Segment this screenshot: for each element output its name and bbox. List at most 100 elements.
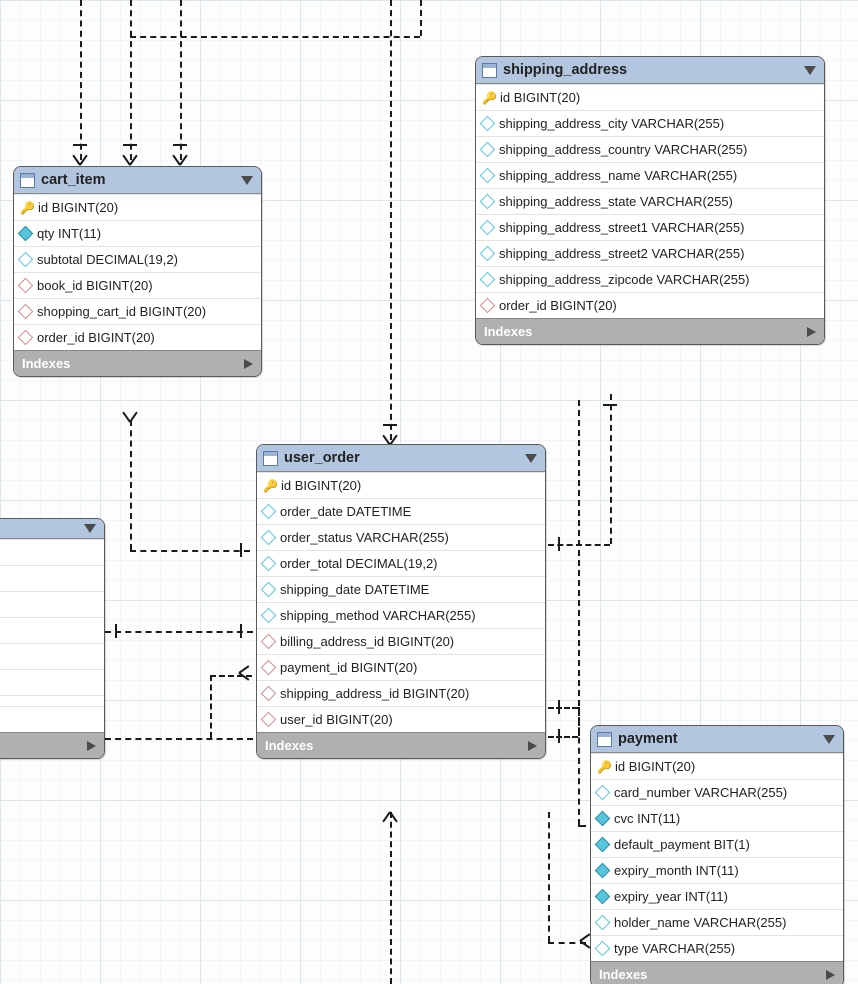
diamond-open-icon (480, 142, 496, 158)
column-text: id BIGINT(20) (615, 759, 695, 774)
column-row[interactable] (0, 695, 104, 706)
foreign-key-icon (18, 330, 34, 346)
column-row[interactable]: cvc INT(11) (591, 805, 843, 831)
entity-header[interactable]: cart_item (14, 167, 261, 194)
column-text: qty INT(11) (37, 226, 101, 241)
chevron-down-icon[interactable] (84, 524, 96, 533)
chevron-down-icon[interactable] (241, 176, 253, 185)
column-text: expiry_month INT(11) (614, 863, 739, 878)
diamond-fill-icon (595, 811, 611, 827)
column-row[interactable]: RCHAR(255) (0, 591, 104, 617)
column-row[interactable]: billing_address_id BIGINT(20) (257, 628, 545, 654)
column-row[interactable]: subtotal DECIMAL(19,2) (14, 246, 261, 272)
column-row[interactable]: user_id BIGINT(20) (257, 706, 545, 732)
diamond-open-icon (261, 556, 277, 572)
column-text: id BIGINT(20) (38, 200, 118, 215)
column-text: default_payment BIT(1) (614, 837, 750, 852)
entity-header[interactable]: user_order (257, 445, 545, 472)
column-row[interactable]: expiry_month INT(11) (591, 857, 843, 883)
column-row[interactable]: payment_id BIGINT(20) (257, 654, 545, 680)
relationship-line (548, 812, 550, 942)
entity-cart-item[interactable]: cart_item🔑id BIGINT(20) qty INT(11) subtot… (13, 166, 262, 377)
chevron-right-icon[interactable] (807, 327, 816, 337)
entity-user-order[interactable]: user_order 🔑id BIGINT(20) order_date DATET… (256, 444, 546, 759)
column-row[interactable]: shipping_address_street1 VARCHAR(255) (476, 214, 824, 240)
chevron-right-icon[interactable] (87, 741, 96, 751)
diamond-open-icon (480, 168, 496, 184)
column-text: id BIGINT(20) (500, 90, 580, 105)
indexes-section[interactable]: Indexes (0, 732, 104, 758)
relationship-line (180, 0, 182, 160)
column-row[interactable]: RCHAR(255) (0, 617, 104, 643)
chevron-down-icon[interactable] (525, 454, 537, 463)
chevron-down-icon[interactable] (804, 66, 816, 75)
entity-billing-address-partial[interactable]: HAR(255)ARCHAR(255)RCHAR(255)RCHAR(255)R… (0, 518, 105, 759)
chevron-right-icon[interactable] (826, 970, 835, 980)
column-row[interactable]: 🔑id BIGINT(20) (14, 194, 261, 220)
column-row[interactable]: order_total DECIMAL(19,2) (257, 550, 545, 576)
column-row[interactable]: card_number VARCHAR(255) (591, 779, 843, 805)
column-row[interactable]: shipping_address_street2 VARCHAR(255) (476, 240, 824, 266)
column-row[interactable]: shipping_date DATETIME (257, 576, 545, 602)
column-row[interactable]: HAR(255) (0, 539, 104, 565)
diamond-open-icon (480, 272, 496, 288)
chevron-right-icon[interactable] (528, 741, 537, 751)
entity-title: user_order (284, 450, 519, 466)
chevron-right-icon[interactable] (244, 359, 253, 369)
column-row[interactable]: RCHAR(255) (0, 643, 104, 669)
foreign-key-icon (261, 712, 277, 728)
column-text: order_date DATETIME (280, 504, 411, 519)
column-row[interactable]: order_id BIGINT(20) (476, 292, 824, 318)
relationship-line (130, 36, 420, 38)
column-text: shipping_address_street2 VARCHAR(255) (499, 246, 744, 261)
column-row[interactable]: type VARCHAR(255) (591, 935, 843, 961)
entity-payment[interactable]: payment🔑id BIGINT(20)card_number VARCHAR… (590, 725, 844, 984)
entity-header[interactable]: shipping_address (476, 57, 824, 84)
column-row[interactable]: shopping_cart_id BIGINT(20) (14, 298, 261, 324)
column-row[interactable]: 🔑id BIGINT(20) (476, 84, 824, 110)
column-row[interactable]: holder_name VARCHAR(255) (591, 909, 843, 935)
relationship-line (578, 707, 580, 825)
column-text: shipping_address_id BIGINT(20) (280, 686, 469, 701)
column-row[interactable]: ARCHAR(255) (0, 669, 104, 695)
indexes-section[interactable]: Indexes (591, 961, 843, 984)
column-row[interactable]: order_status VARCHAR(255) (257, 524, 545, 550)
column-row[interactable]: shipping_address_name VARCHAR(255) (476, 162, 824, 188)
column-row[interactable]: shipping_address_city VARCHAR(255) (476, 110, 824, 136)
column-row[interactable]: expiry_year INT(11) (591, 883, 843, 909)
column-row[interactable]: book_id BIGINT(20) (14, 272, 261, 298)
column-row[interactable]: CHAR(255) (0, 706, 104, 732)
column-row[interactable]: shipping_address_id BIGINT(20) (257, 680, 545, 706)
chevron-down-icon[interactable] (823, 735, 835, 744)
column-row[interactable]: shipping_address_country VARCHAR(255) (476, 136, 824, 162)
erd-canvas[interactable]: cart_item🔑id BIGINT(20)qty INT(11)subtot… (0, 0, 858, 984)
column-text: shipping_date DATETIME (280, 582, 429, 597)
relationship-line (105, 738, 253, 740)
indexes-section[interactable]: Indexes (257, 732, 545, 758)
column-text: order_id BIGINT(20) (499, 298, 617, 313)
column-row[interactable]: shipping_method VARCHAR(255) (257, 602, 545, 628)
column-row[interactable]: shipping_address_zipcode VARCHAR(255) (476, 266, 824, 292)
column-row[interactable]: default_payment BIT(1) (591, 831, 843, 857)
column-row[interactable]: 🔑id BIGINT(20) (591, 753, 843, 779)
column-row[interactable]: order_id BIGINT(20) (14, 324, 261, 350)
indexes-section[interactable]: Indexes (476, 318, 824, 344)
cardinality-one-icon (558, 700, 560, 714)
column-row[interactable]: shipping_address_state VARCHAR(255) (476, 188, 824, 214)
column-row[interactable]: 🔑id BIGINT(20) (257, 472, 545, 498)
foreign-key-icon (18, 278, 34, 294)
column-row[interactable]: order_date DATETIME (257, 498, 545, 524)
entity-header[interactable] (0, 519, 104, 539)
diamond-open-icon (261, 530, 277, 546)
diamond-open-icon (480, 194, 496, 210)
indexes-label: Indexes (0, 738, 81, 753)
column-row[interactable]: qty INT(11) (14, 220, 261, 246)
relationship-line (610, 394, 612, 544)
entity-shipping-address[interactable]: shipping_address🔑id BIGINT(20)shipping_a… (475, 56, 825, 345)
relationship-line (578, 825, 586, 827)
crows-foot-icon (123, 155, 137, 165)
column-row[interactable]: ARCHAR(255) (0, 565, 104, 591)
indexes-label: Indexes (599, 967, 820, 982)
indexes-section[interactable]: Indexes (14, 350, 261, 376)
entity-header[interactable]: payment (591, 726, 843, 753)
